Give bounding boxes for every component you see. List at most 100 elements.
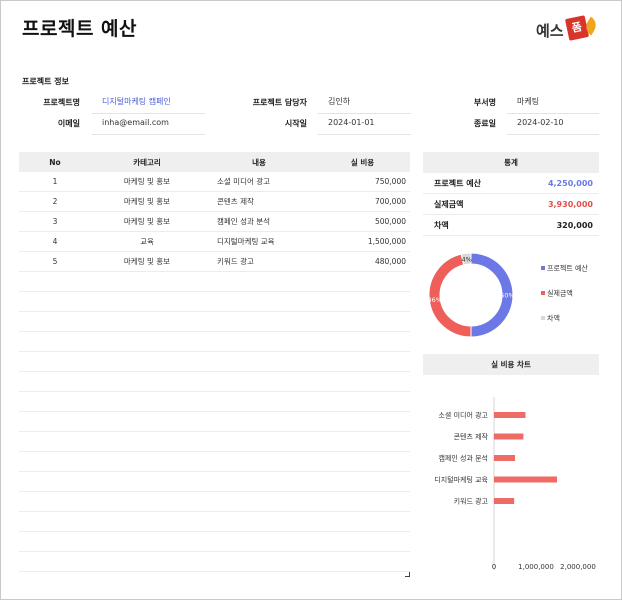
resize-handle-icon[interactable]: [405, 572, 410, 577]
end-date-label: 종료일: [473, 119, 496, 128]
donut-slice-label: 46%: [428, 296, 442, 304]
bar-tick-label: 2,000,000: [560, 563, 596, 571]
bar-category-label: 키워드 광고: [454, 497, 489, 506]
stat-budget: 프로젝트 예산 4,250,000: [423, 173, 599, 194]
donut-slice-label: 4%: [462, 255, 472, 263]
cell-no: 1: [52, 177, 58, 186]
cell-cost: 1,500,000: [367, 237, 406, 246]
bar-category-label: 캠페인 성과 분석: [438, 454, 488, 463]
cell-cost: 500,000: [374, 217, 406, 226]
stat-actual: 실제금액 3,930,000: [423, 194, 599, 215]
cell-description: 캠페인 성과 분석: [217, 217, 271, 226]
start-date-label: 시작일: [284, 119, 307, 128]
legend-swatch: [541, 316, 545, 320]
table-header: No 카테고리 내용 실 비용: [19, 152, 410, 172]
department-field[interactable]: 마케팅: [507, 95, 599, 114]
legend-label: 프로젝트 예산: [547, 264, 588, 273]
table-row[interactable]: 3 마케팅 및 홍보 캠페인 성과 분석 500,000: [19, 212, 410, 232]
email-field[interactable]: inha@email.com: [92, 116, 205, 135]
stat-diff-value: 320,000: [556, 220, 593, 230]
bar: [494, 498, 515, 504]
cell-no: 4: [52, 237, 58, 246]
end-date-field[interactable]: 2024-02-10: [507, 116, 599, 135]
manager-label: 프로젝트 담당자: [252, 98, 307, 107]
cell-description: 디지털마케팅 교육: [217, 237, 275, 246]
logo-text: 예스: [536, 22, 564, 40]
stat-diff-label: 차액: [434, 220, 449, 230]
cell-description: 키워드 광고: [217, 257, 254, 266]
empty-table-row[interactable]: [19, 272, 410, 292]
bar-category-label: 콘텐츠 제작: [454, 432, 489, 441]
empty-table-row[interactable]: [19, 352, 410, 372]
cell-category: 마케팅 및 홍보: [123, 257, 171, 266]
manager-field[interactable]: 김인하: [318, 95, 411, 114]
cell-category: 마케팅 및 홍보: [123, 217, 171, 226]
empty-table-row[interactable]: [19, 372, 410, 392]
stats-panel: 통계 프로젝트 예산 4,250,000 실제금액 3,930,000 차액 3…: [423, 152, 599, 236]
legend-swatch: [541, 291, 545, 295]
stat-budget-value: 4,250,000: [547, 178, 593, 188]
donut-chart: 50% 46% 4% 프로젝트 예산실제금액차액: [428, 252, 588, 338]
cell-no: 2: [52, 197, 58, 206]
cell-description: 소셜 미디어 광고: [217, 177, 271, 186]
table-row[interactable]: 4 교육 디지털마케팅 교육 1,500,000: [19, 232, 410, 252]
bar-chart: 소셜 미디어 광고콘텐츠 제작캠페인 성과 분석디지털마케팅 교육키워드 광고 0…: [434, 397, 596, 571]
cell-cost: 480,000: [374, 257, 406, 266]
stat-actual-label: 실제금액: [434, 199, 464, 209]
table-row[interactable]: 2 마케팅 및 홍보 콘텐츠 제작 700,000: [19, 192, 410, 212]
start-date-field[interactable]: 2024-01-01: [318, 116, 411, 135]
empty-table-row[interactable]: [19, 512, 410, 532]
empty-table-row[interactable]: [19, 312, 410, 332]
bar: [494, 476, 557, 483]
email-label: 이메일: [57, 119, 80, 128]
cell-cost: 750,000: [374, 177, 406, 186]
empty-table-row[interactable]: [19, 292, 410, 312]
stat-budget-label: 프로젝트 예산: [434, 178, 481, 188]
bar-tick-label: 1,000,000: [518, 563, 554, 571]
header-cost: 실 비용: [350, 157, 375, 167]
cell-description: 콘텐츠 제작: [217, 197, 254, 206]
brand-logo: 예스 폼: [536, 15, 600, 44]
cell-no: 5: [52, 257, 58, 266]
department-label: 부서명: [473, 98, 496, 107]
cell-cost: 700,000: [374, 197, 406, 206]
bar-category-label: 소셜 미디어 광고: [438, 411, 488, 420]
bar-category-label: 디지털마케팅 교육: [434, 475, 488, 484]
section-title: 프로젝트 정보: [22, 77, 69, 86]
cost-chart-title: 실 비용 차트: [423, 354, 599, 375]
cell-no: 3: [52, 217, 58, 226]
empty-table-row[interactable]: [19, 472, 410, 492]
bar: [494, 455, 515, 461]
table-row[interactable]: 5 마케팅 및 홍보 키워드 광고 480,000: [19, 252, 410, 272]
cost-chart-panel: 실 비용 차트 소셜 미디어 광고콘텐츠 제작캠페인 성과 분석디지털마케팅 교…: [423, 354, 599, 576]
project-name-field[interactable]: 디지털마케팅 캠페인: [92, 95, 205, 114]
cell-category: 교육: [140, 237, 154, 246]
empty-table-row[interactable]: [19, 432, 410, 452]
empty-table-row[interactable]: [19, 392, 410, 412]
legend-label: 실제금액: [547, 289, 573, 298]
bar-tick-label: 0: [492, 563, 496, 571]
cell-category: 마케팅 및 홍보: [123, 177, 171, 186]
legend-label: 차액: [547, 314, 560, 323]
page-title: 프로젝트 예산: [22, 18, 137, 40]
empty-table-row[interactable]: [19, 452, 410, 472]
stat-actual-value: 3,930,000: [547, 199, 593, 209]
header-category: 카테고리: [133, 157, 161, 167]
header-no: No: [49, 157, 61, 167]
empty-table-row[interactable]: [19, 332, 410, 352]
project-name-label: 프로젝트명: [43, 98, 80, 107]
cell-category: 마케팅 및 홍보: [123, 197, 171, 206]
cost-table: No 카테고리 내용 실 비용 1 마케팅 및 홍보 소셜 미디어 광고 750…: [19, 152, 410, 572]
empty-table-row[interactable]: [19, 532, 410, 552]
stats-title: 통계: [423, 152, 599, 173]
empty-table-row[interactable]: [19, 412, 410, 432]
empty-table-row[interactable]: [19, 552, 410, 572]
legend-swatch: [541, 266, 545, 270]
table-row[interactable]: 1 마케팅 및 홍보 소셜 미디어 광고 750,000: [19, 172, 410, 192]
bar: [494, 412, 526, 418]
bar: [494, 433, 524, 440]
donut-slice-label: 50%: [500, 292, 514, 300]
header-description: 내용: [252, 157, 266, 167]
stat-diff: 차액 320,000: [423, 215, 599, 236]
empty-table-row[interactable]: [19, 492, 410, 512]
